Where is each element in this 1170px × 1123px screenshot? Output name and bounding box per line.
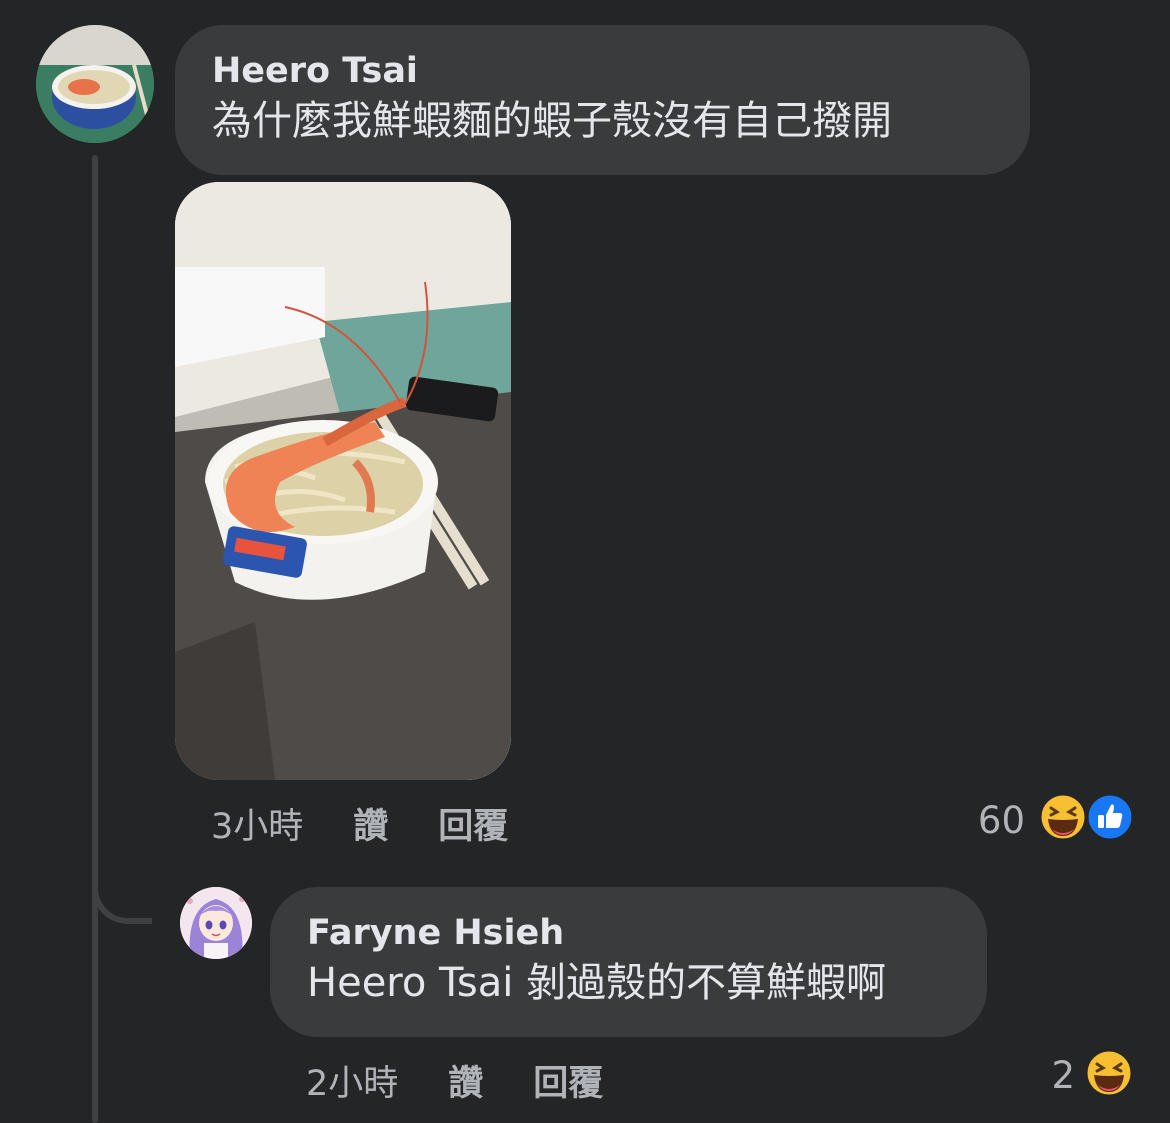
comment-author[interactable]: Faryne Hsieh: [307, 911, 987, 955]
haha-icon[interactable]: [1083, 1047, 1135, 1099]
reply-button[interactable]: 回覆: [533, 1055, 603, 1106]
reaction-count[interactable]: 2: [1000, 1054, 1075, 1097]
comment-actions: 3小時 讚 回覆: [211, 798, 558, 849]
comment-photo[interactable]: [175, 182, 511, 780]
comment-text: 為什麼我鮮蝦麵的蝦子殼沒有自己撥開: [212, 98, 892, 144]
like-button[interactable]: 讚: [448, 1055, 483, 1106]
reply-connector: [92, 860, 152, 924]
comment-timestamp[interactable]: 2小時: [306, 1055, 398, 1106]
avatar-anime-character: [180, 887, 252, 959]
avatar[interactable]: [180, 887, 252, 959]
haha-icon[interactable]: [1037, 791, 1089, 843]
like-icon[interactable]: [1084, 791, 1136, 843]
like-button[interactable]: 讚: [353, 798, 388, 849]
avatar-noodle-photo: [36, 25, 154, 143]
comment-author[interactable]: Heero Tsai: [212, 49, 1030, 93]
reply-button[interactable]: 回覆: [438, 798, 508, 849]
comment-actions: 2小時 讚 回覆: [306, 1055, 653, 1106]
avatar[interactable]: [36, 25, 154, 143]
comment-bubble: Faryne Hsieh Heero Tsai 剝過殼的不算鮮蝦啊: [270, 887, 987, 1037]
reaction-count[interactable]: 60: [930, 799, 1025, 842]
noodle-shrimp-image: [175, 182, 511, 780]
comment-text: Heero Tsai 剝過殼的不算鮮蝦啊: [307, 960, 887, 1006]
comment-timestamp[interactable]: 3小時: [211, 798, 303, 849]
comment-bubble: Heero Tsai 為什麼我鮮蝦麵的蝦子殼沒有自己撥開: [175, 25, 1030, 175]
thread-line: [92, 155, 98, 1123]
